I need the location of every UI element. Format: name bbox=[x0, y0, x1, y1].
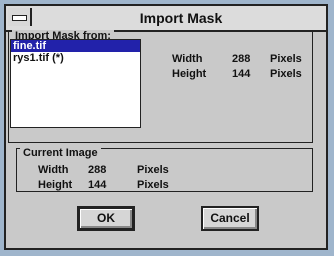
current-height-label: Height bbox=[38, 179, 73, 191]
source-width-unit: Pixels bbox=[270, 53, 302, 65]
system-menu-icon[interactable] bbox=[8, 8, 32, 26]
title-bar[interactable]: Import Mask bbox=[6, 6, 326, 32]
source-height-value: 144 bbox=[232, 68, 251, 80]
dialog-title: Import Mask bbox=[139, 10, 223, 26]
current-image-label: Current Image bbox=[20, 147, 101, 159]
file-listbox[interactable]: fine.tif rys1.tif (*) bbox=[10, 39, 141, 128]
current-height-unit: Pixels bbox=[137, 179, 169, 191]
file-list-item[interactable]: fine.tif bbox=[11, 40, 140, 52]
source-width-value: 288 bbox=[232, 53, 251, 65]
source-height-label: Height bbox=[172, 68, 207, 80]
cancel-button[interactable]: Cancel bbox=[201, 206, 259, 231]
current-width-unit: Pixels bbox=[137, 164, 169, 176]
source-height-unit: Pixels bbox=[270, 68, 302, 80]
source-width-label: Width bbox=[172, 53, 203, 65]
current-height-value: 144 bbox=[88, 179, 107, 191]
ok-button[interactable]: OK bbox=[77, 206, 135, 231]
current-width-value: 288 bbox=[88, 164, 107, 176]
file-list-item[interactable]: rys1.tif (*) bbox=[11, 52, 140, 64]
current-width-label: Width bbox=[38, 164, 69, 176]
